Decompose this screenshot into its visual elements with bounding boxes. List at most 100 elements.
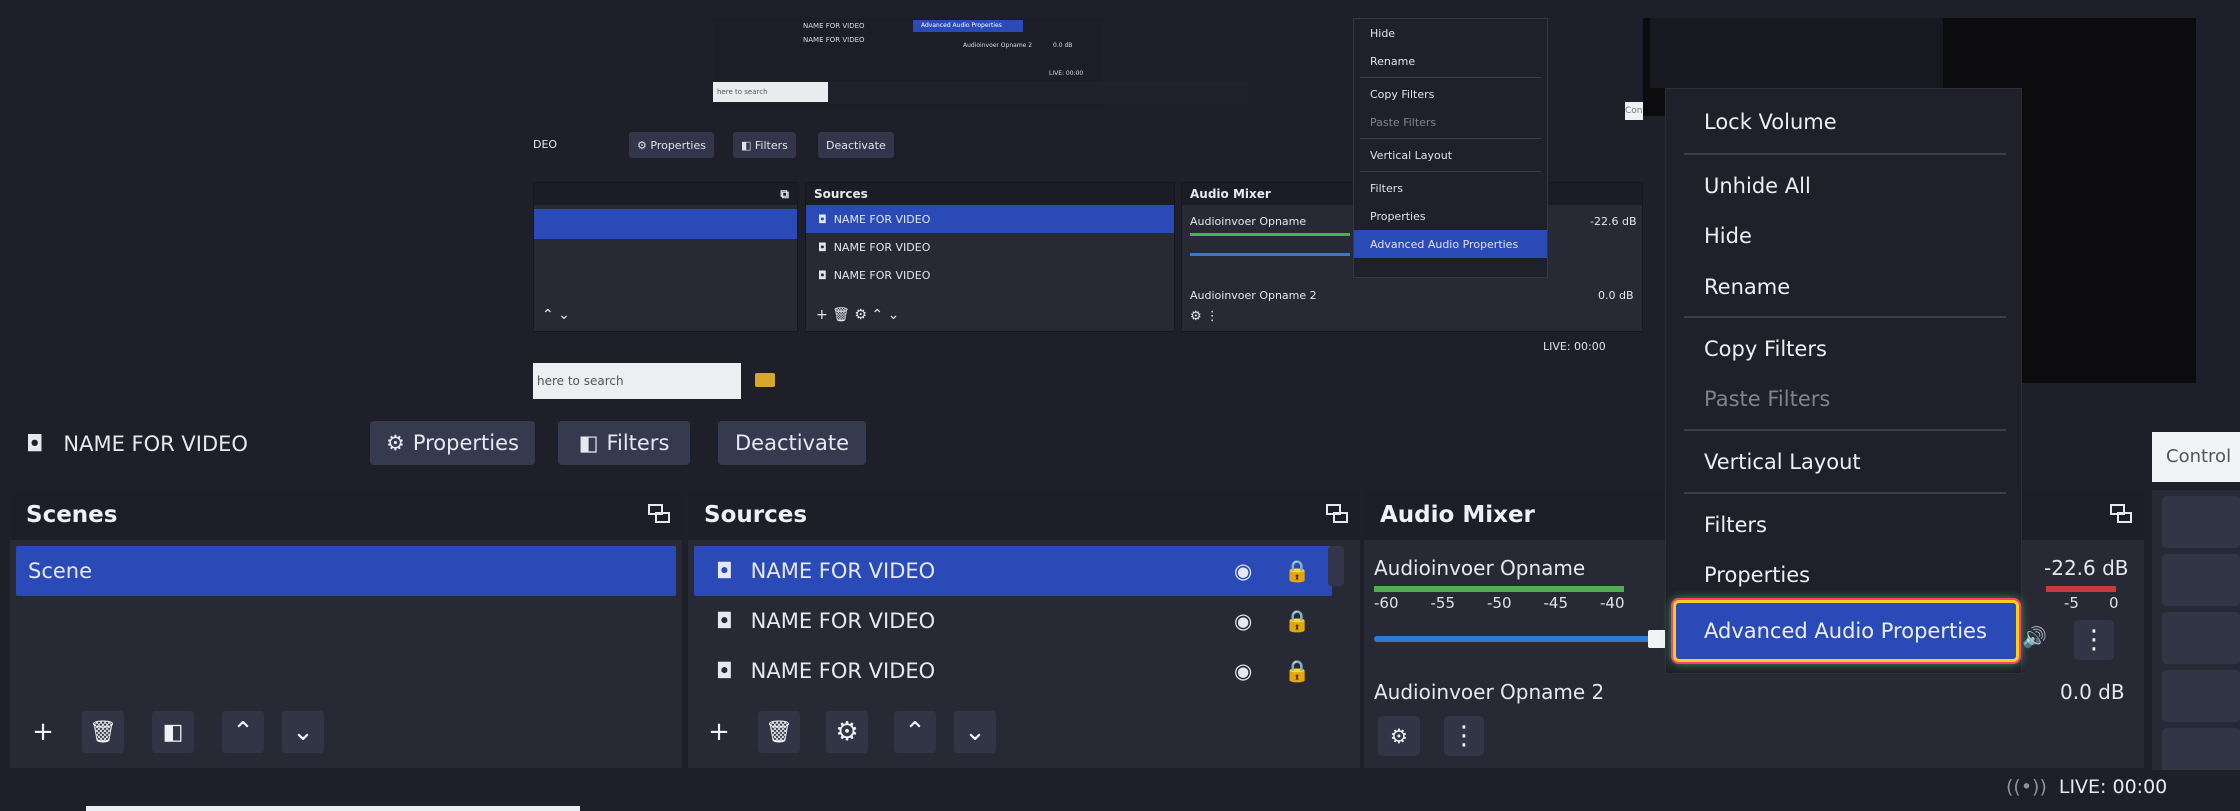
source-properties-button[interactable]: ⚙: [826, 711, 868, 753]
nested-audio-ch2: Audioinvoer Opname 2: [1190, 289, 1317, 302]
audio-advanced-settings-button[interactable]: ⚙: [1378, 716, 1420, 756]
preview-dark-strip: [1650, 18, 1943, 88]
menu-separator: [1684, 429, 2006, 431]
deactivate-label: Deactivate: [734, 431, 850, 455]
gear-icon: ⚙: [637, 138, 647, 152]
controls-button[interactable]: [2162, 554, 2240, 606]
controls-button[interactable]: [2162, 670, 2240, 722]
audio-channel-1-menu-button[interactable]: ⋮: [2074, 620, 2114, 660]
controls-button[interactable]: [2162, 612, 2240, 664]
source-label: NAME FOR VIDEO: [750, 559, 936, 583]
status-search-field[interactable]: [86, 806, 580, 811]
audio-scale-right: -5 0: [2064, 594, 2119, 612]
nested-scenes-panel: ⧉ ⌃ ⌄: [533, 182, 798, 332]
audio-mixer-title: Audio Mixer: [1380, 502, 1535, 528]
nested-properties-label: Properties: [650, 138, 706, 152]
audio-channel-2-name: Audioinvoer Opname 2: [1374, 680, 1605, 704]
scale-tick: -50: [1487, 594, 1512, 612]
scene-move-up-button[interactable]: ⌃: [222, 711, 264, 753]
context-menu: Lock Volume Unhide All Hide Rename Copy …: [1665, 88, 2022, 674]
menu-item-unhide-all[interactable]: Unhide All: [1666, 161, 2023, 211]
nested-source-row-2: ◘ NAME FOR VIDEO: [806, 233, 1174, 261]
menu-item-rename[interactable]: Rename: [1666, 262, 2023, 312]
nested-audio-tools: ⚙ ⋮: [1190, 309, 1219, 324]
scale-tick: -60: [1374, 594, 1399, 612]
menu-separator: [1684, 492, 2006, 494]
source-row[interactable]: ◘ NAME FOR VIDEO ◉ 🔒: [694, 546, 1332, 596]
camera-icon: ◘: [26, 431, 44, 457]
menu-item-hide[interactable]: Hide: [1666, 211, 2023, 261]
gear-icon: ⚙: [386, 431, 405, 455]
status-bar: ((•)) LIVE: 00:00: [0, 770, 2240, 811]
float-dock-icon[interactable]: [1326, 504, 1348, 524]
source-row[interactable]: ◘ NAME FOR VIDEO ◉ 🔒: [694, 596, 1332, 646]
menu-label: Copy Filters: [1704, 337, 1827, 361]
source-row[interactable]: ◘ NAME FOR VIDEO ◉ 🔒: [694, 646, 1332, 696]
nested-top-source-1: NAME FOR VIDEO: [803, 22, 865, 30]
remove-source-button[interactable]: 🗑: [758, 711, 800, 753]
menu-item-filters[interactable]: Filters: [1666, 500, 2023, 550]
scene-filters-button[interactable]: ◧: [152, 711, 194, 753]
trash-icon: 🗑: [765, 719, 793, 745]
menu-label: Advanced Audio Properties: [1704, 619, 1987, 643]
menu-item-lock-volume[interactable]: Lock Volume: [1666, 97, 2023, 147]
volume-fader-track[interactable]: [1374, 636, 1664, 642]
nested-source-label: NAME FOR VIDEO: [833, 212, 931, 226]
nested-source-name: DEO: [533, 138, 558, 151]
broadcast-icon: ((•)): [2006, 776, 2047, 798]
nested-menu-hide: Hide: [1370, 26, 1396, 40]
menu-label: Unhide All: [1704, 174, 1811, 198]
gear-icon: ⚙: [835, 717, 859, 747]
menu-label: Hide: [1704, 224, 1752, 248]
chevron-up-icon: ⌃: [904, 717, 926, 747]
audio-channel-1-mute-icon[interactable]: 🔊: [2022, 625, 2047, 649]
nested-source-label: NAME FOR VIDEO: [833, 268, 931, 282]
source-move-up-button[interactable]: ⌃: [894, 711, 936, 753]
scale-tick: -45: [1543, 594, 1569, 612]
audio-channel-1-db: -22.6 dB: [2044, 556, 2129, 580]
sources-scrollbar[interactable]: [1328, 546, 1344, 586]
lock-icon[interactable]: 🔒: [1284, 609, 1310, 634]
nested-scenes-header: ⧉: [534, 183, 797, 205]
scenes-dock: Scenes Scene + 🗑 ◧ ⌃ ⌄: [10, 490, 682, 768]
menu-label: Rename: [1704, 275, 1791, 299]
lock-icon[interactable]: 🔒: [1284, 659, 1310, 684]
properties-button[interactable]: ⚙ Properties: [370, 421, 535, 465]
source-move-down-button[interactable]: ⌄: [954, 711, 996, 753]
visibility-eye-icon[interactable]: ◉: [1234, 659, 1252, 683]
scale-tick: -5: [2064, 594, 2079, 612]
lock-icon[interactable]: 🔒: [1284, 559, 1310, 584]
menu-item-advanced-audio-properties[interactable]: Advanced Audio Properties: [1666, 606, 2023, 656]
menu-item-vertical-layout[interactable]: Vertical Layout: [1666, 437, 2023, 487]
scene-item[interactable]: Scene: [16, 546, 676, 596]
remove-scene-button[interactable]: 🗑: [82, 711, 124, 753]
nested-sources-header: Sources: [806, 183, 1174, 205]
visibility-eye-icon[interactable]: ◉: [1234, 609, 1252, 633]
nested-source-row-3: ◘ NAME FOR VIDEO: [806, 261, 1174, 289]
menu-item-copy-filters[interactable]: Copy Filters: [1666, 324, 2023, 374]
live-status: ((•)) LIVE: 00:00: [2006, 776, 2167, 798]
chevron-down-icon: ⌄: [964, 717, 986, 747]
deactivate-button[interactable]: Deactivate: [718, 421, 866, 465]
audio-channel-1-name: Audioinvoer Opname: [1374, 556, 1586, 580]
menu-label: Properties: [1704, 563, 1811, 587]
volume-fader-handle[interactable]: [1648, 630, 1666, 648]
nested-top-search: here to search: [713, 82, 828, 102]
filters-button[interactable]: ◧ Filters: [558, 421, 690, 465]
menu-item-properties[interactable]: Properties: [1666, 550, 2023, 600]
scene-move-down-button[interactable]: ⌄: [282, 711, 324, 753]
add-source-button[interactable]: +: [698, 711, 740, 753]
nested-properties-button: ⚙ Properties: [629, 132, 714, 158]
float-dock-icon[interactable]: [648, 504, 670, 524]
controls-button[interactable]: [2162, 496, 2240, 548]
float-dock-icon[interactable]: [2110, 504, 2132, 524]
audio-channel-2-menu-button[interactable]: ⋮: [1444, 716, 1484, 756]
visibility-eye-icon[interactable]: ◉: [1234, 559, 1252, 583]
camera-icon: ◘: [716, 559, 733, 583]
audio-scale: -60 -55 -50 -45 -40: [1374, 594, 1625, 612]
controls-dock-title: Control: [2152, 432, 2240, 482]
nested-taskbar: [828, 82, 1248, 104]
add-scene-button[interactable]: +: [22, 711, 64, 753]
nested-filters-button: ◧ Filters: [733, 132, 796, 158]
properties-label: Properties: [412, 431, 519, 455]
